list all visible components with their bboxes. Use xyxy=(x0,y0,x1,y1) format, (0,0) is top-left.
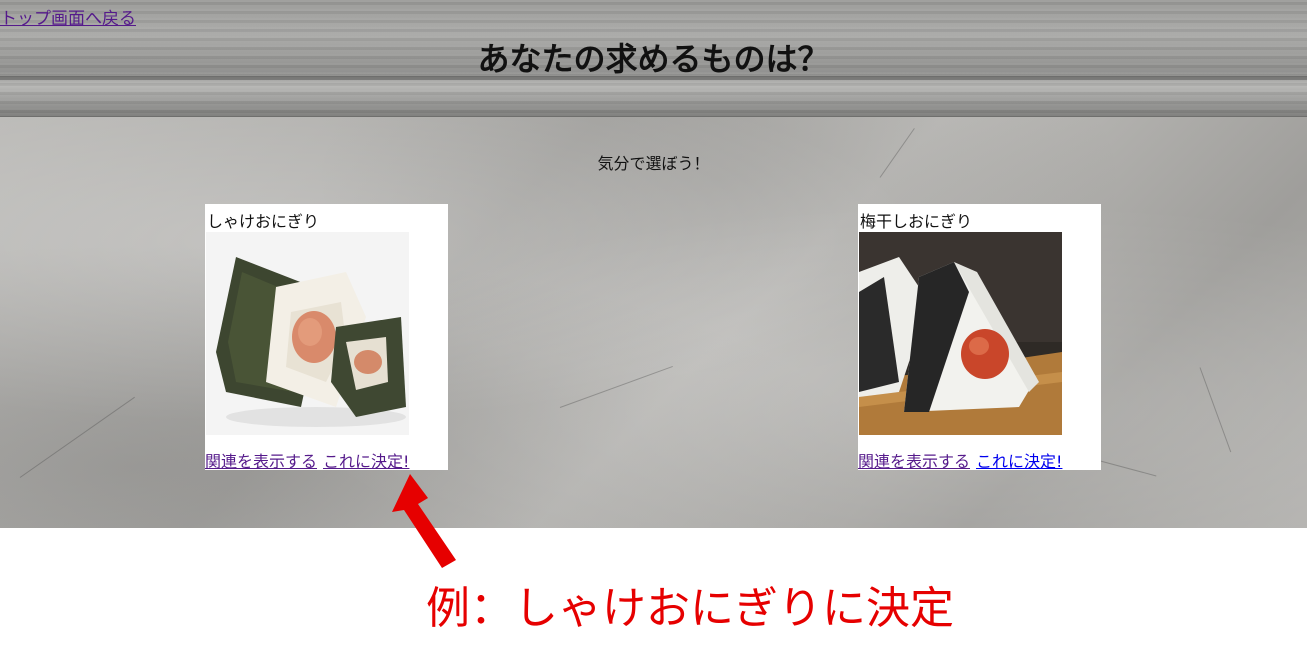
salmon-onigiri-photo xyxy=(206,232,409,435)
decide-link[interactable]: これに決定! xyxy=(323,452,409,471)
onigiri-card-umeboshi: 梅干しおにぎり 関連を表示する これに決定! xyxy=(858,204,1101,471)
stone-background xyxy=(0,117,1307,528)
card-title: しゃけおにぎり xyxy=(207,212,320,231)
onigiri-card-salmon: しゃけおにぎり 関連を表示する これに決定! xyxy=(205,204,448,471)
subtitle: 気分で選ぼう！ xyxy=(597,154,710,173)
show-related-link[interactable]: 関連を表示する xyxy=(205,452,317,471)
decide-link[interactable]: これに決定! xyxy=(976,452,1062,471)
umeboshi-onigiri-photo xyxy=(859,232,1062,435)
annotation-caption: 例：しゃけおにぎりに決定 xyxy=(426,583,954,634)
back-to-top-link[interactable]: トップ画面へ戻る xyxy=(0,4,136,29)
page-title: あなたの求めるものは？ xyxy=(477,40,830,78)
red-arrow-icon xyxy=(392,474,456,568)
show-related-link[interactable]: 関連を表示する xyxy=(858,452,970,471)
card-title: 梅干しおにぎり xyxy=(860,212,973,231)
